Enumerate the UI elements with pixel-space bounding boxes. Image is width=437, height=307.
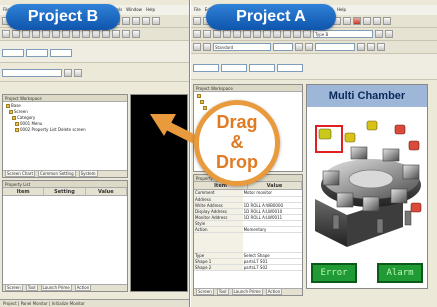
workspace-title: Project Workspace (3, 95, 127, 102)
property-list-pane: Property List Item Setting Value Screen T… (2, 180, 128, 292)
tab-screen-chart[interactable]: Screen Chart (5, 171, 36, 177)
property-list-pane: Property List Item Value Comment Motor mo… (193, 174, 303, 296)
drag-drop-badge: Drag & Drop (194, 100, 280, 186)
folder-icon (200, 100, 204, 104)
folder-icon (6, 104, 10, 108)
property-table[interactable]: Comment Motor monitor Address Write Addre… (194, 190, 302, 271)
hmi-title: Multi Chamber (307, 85, 427, 107)
screen-icon (15, 128, 19, 132)
object-toolbar[interactable] (191, 54, 437, 80)
multi-chamber-screen[interactable]: Multi Chamber Error Alarm (306, 84, 428, 289)
ampersand-label: & (230, 132, 244, 152)
property-grid-header: Item Setting Value (3, 188, 127, 196)
tab-system[interactable]: System (78, 171, 98, 177)
project-b-label: Project B (6, 4, 120, 30)
empty-toolbar-area (0, 41, 189, 63)
tree-node[interactable]: 0002 Property List Delete screen (6, 127, 124, 133)
tab-screen[interactable]: Screen (196, 289, 214, 295)
property-list-title: Property List (3, 181, 127, 188)
workspace-tabs[interactable]: Screen Chart Common Setting System (3, 170, 127, 177)
tab-tool[interactable]: Tool (216, 289, 229, 295)
folder-icon (12, 116, 16, 120)
tab-common-setting[interactable]: Common Setting (38, 171, 76, 177)
selected-lamp-highlight (315, 125, 343, 153)
alarm-button[interactable]: Alarm (377, 263, 423, 283)
tab-action[interactable]: Action (265, 289, 283, 295)
folder-icon (203, 106, 207, 110)
drop-label: Drop (216, 152, 258, 172)
project-tree[interactable]: Base Screen Category 0001 Menu 0002 Prop… (3, 102, 127, 134)
tab-tool[interactable]: Tool (25, 285, 38, 291)
screen-icon (15, 122, 19, 126)
table-row[interactable]: Shape 2 partsL7 S02 (194, 264, 302, 271)
drag-label: Drag (216, 112, 258, 132)
column-setting: Setting (44, 188, 86, 195)
object-toolbar[interactable] (0, 64, 189, 82)
column-value: Value (86, 188, 127, 195)
project-b-window: FileEditViewScreenCommonDrawObjectsTools… (0, 0, 190, 307)
tab-screen[interactable]: Screen (5, 285, 23, 291)
tab-launch-prime[interactable]: Launch Prime (231, 289, 263, 295)
project-a-label: Project A (206, 4, 336, 30)
screen-canvas[interactable] (130, 94, 188, 292)
tab-action[interactable]: Action (74, 285, 92, 291)
format-toolbar[interactable]: Standard (191, 41, 437, 54)
error-button[interactable]: Error (311, 263, 357, 283)
type-combo[interactable]: Type B (313, 30, 373, 38)
column-item: Item (3, 188, 45, 195)
folder-icon (9, 110, 13, 114)
status-bar: Project | Panel Monitor | Initialize Mon… (0, 299, 189, 307)
project-workspace-pane: Project Workspace Base Screen Category 0… (2, 94, 128, 178)
workspace-title: Project Workspace (194, 85, 302, 92)
standard-combo[interactable]: Standard (213, 43, 271, 51)
bottom-tabs[interactable]: Screen Tool Launch Prime Action (3, 284, 127, 291)
column-value: Value (248, 182, 302, 189)
tab-launch-prime[interactable]: Launch Prime (40, 285, 72, 291)
folder-icon (197, 94, 201, 98)
bottom-tabs[interactable]: Screen Tool Launch Prime Action (194, 288, 302, 295)
